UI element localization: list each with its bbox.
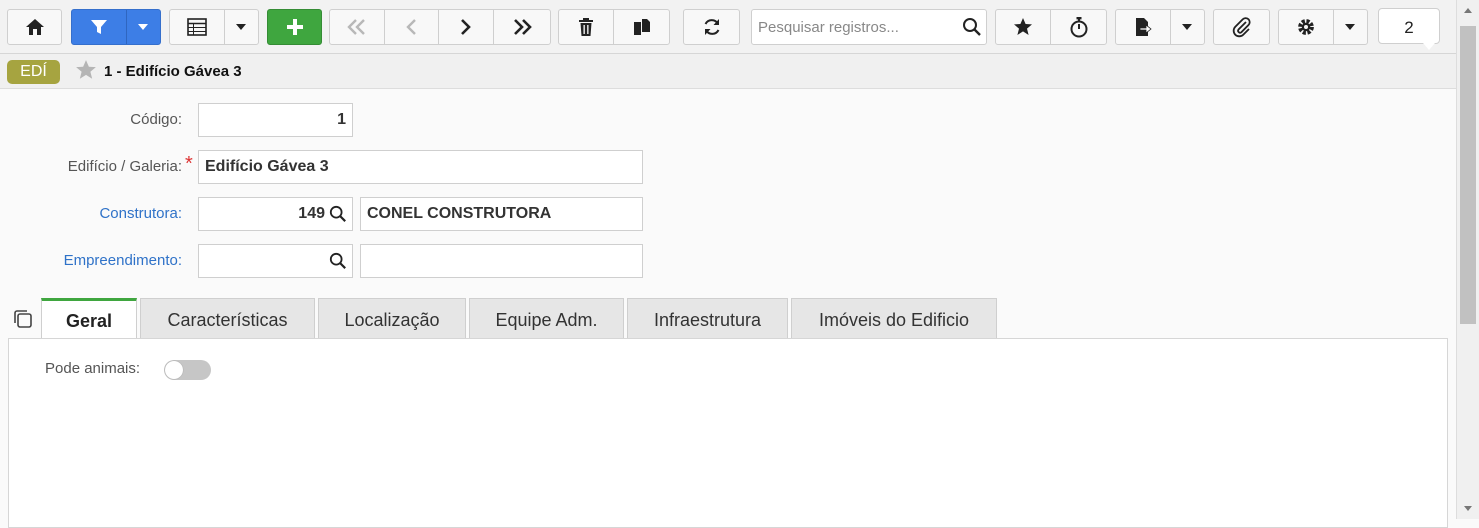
export-button[interactable]: [1116, 10, 1171, 44]
toolbar: 2: [0, 0, 1456, 54]
first-record-button[interactable]: [330, 10, 385, 44]
tab-caracteristicas[interactable]: Características: [140, 298, 315, 339]
grid-icon: [187, 18, 207, 36]
chevron-down-icon: [1345, 24, 1356, 30]
construtora-label[interactable]: Construtora:: [0, 205, 182, 222]
scroll-up-icon[interactable]: [1464, 8, 1472, 13]
search-input[interactable]: [756, 16, 956, 38]
last-record-button[interactable]: [494, 10, 550, 44]
settings-button[interactable]: [1279, 10, 1334, 44]
required-asterisk: *: [185, 153, 193, 175]
copy-tabs-icon[interactable]: [12, 308, 34, 330]
view-button-group: [169, 9, 259, 45]
tab-infraestrutura[interactable]: Infraestrutura: [627, 298, 788, 339]
favorites-group: [995, 9, 1107, 45]
edificio-field[interactable]: Edifício Gávea 3: [198, 150, 643, 184]
scrollbar-thumb[interactable]: [1460, 26, 1476, 324]
duplicate-button[interactable]: [614, 10, 669, 44]
export-icon: [1135, 18, 1152, 36]
search-icon[interactable]: [329, 205, 347, 223]
filter-icon: [90, 20, 107, 34]
tab-imoveis-do-edificio[interactable]: Imóveis do Edificio: [791, 298, 997, 339]
tab-localizacao[interactable]: Localização: [318, 298, 466, 339]
trash-icon: [579, 18, 593, 36]
favorite-button[interactable]: [996, 10, 1052, 44]
star-icon: [1014, 18, 1032, 35]
record-actions-group: [558, 9, 670, 45]
record-title: 1 - Edifício Gávea 3: [104, 63, 242, 80]
refresh-button[interactable]: [683, 9, 740, 45]
copy-icon: [633, 19, 650, 35]
tab-equipe-adm[interactable]: Equipe Adm.: [469, 298, 624, 339]
search-box: [751, 9, 987, 45]
export-dropdown-button[interactable]: [1171, 10, 1204, 44]
construtora-code-value: 149: [298, 205, 325, 222]
chevron-down-icon: [236, 24, 247, 30]
view-dropdown-button[interactable]: [225, 10, 258, 44]
chevron-down-icon: [138, 24, 149, 30]
gear-icon: [1297, 19, 1314, 35]
search-icon[interactable]: [329, 252, 347, 270]
empreendimento-label[interactable]: Empreendimento:: [0, 252, 182, 269]
empreendimento-name-field: [360, 244, 643, 278]
filter-button-group: [71, 9, 161, 45]
record-type-badge: EDÍ: [7, 60, 60, 84]
next-record-button[interactable]: [439, 10, 494, 44]
home-icon: [25, 19, 44, 35]
construtora-name-field: CONEL CONSTRUTORA: [360, 197, 643, 231]
pode-animais-toggle[interactable]: [164, 360, 211, 380]
next-icon: [460, 19, 471, 35]
search-icon[interactable]: [962, 17, 982, 37]
filter-button[interactable]: [72, 10, 127, 44]
last-icon: [513, 19, 532, 35]
empreendimento-code-field[interactable]: [198, 244, 353, 278]
previous-record-button[interactable]: [385, 10, 439, 44]
construtora-code-field[interactable]: 149: [198, 197, 353, 231]
export-button-group: [1115, 9, 1205, 45]
settings-dropdown-button[interactable]: [1334, 10, 1367, 44]
home-button[interactable]: [7, 9, 62, 45]
scroll-down-icon[interactable]: [1464, 506, 1472, 511]
timer-icon: [1070, 17, 1087, 38]
edificio-label: Edifício / Galeria:: [67, 158, 182, 175]
first-icon: [347, 19, 365, 35]
paperclip-icon: [1232, 17, 1251, 38]
chevron-down-icon: [1182, 24, 1193, 30]
delete-button[interactable]: [559, 10, 615, 44]
record-header: EDÍ 1 - Edifício Gávea 3: [0, 54, 1456, 89]
attachments-button[interactable]: [1213, 9, 1270, 45]
vertical-scrollbar[interactable]: [1456, 0, 1479, 519]
filter-dropdown-button[interactable]: [127, 10, 160, 44]
plus-icon: [286, 19, 303, 35]
navigation-button-group: [329, 9, 551, 45]
grid-view-button[interactable]: [170, 10, 225, 44]
settings-button-group: [1278, 9, 1368, 45]
tab-geral[interactable]: Geral: [41, 298, 137, 340]
pode-animais-label: Pode animais:: [45, 360, 141, 377]
tab-panel-geral: [8, 338, 1448, 528]
timer-button[interactable]: [1051, 10, 1106, 44]
codigo-field[interactable]: 1: [198, 103, 353, 137]
notification-count-badge[interactable]: 2: [1378, 8, 1440, 50]
prev-icon: [406, 19, 417, 35]
toggle-knob: [165, 361, 183, 379]
codigo-label: Código:: [130, 111, 182, 128]
add-button[interactable]: [267, 9, 322, 45]
refresh-icon: [704, 19, 719, 35]
star-icon[interactable]: [75, 59, 97, 81]
